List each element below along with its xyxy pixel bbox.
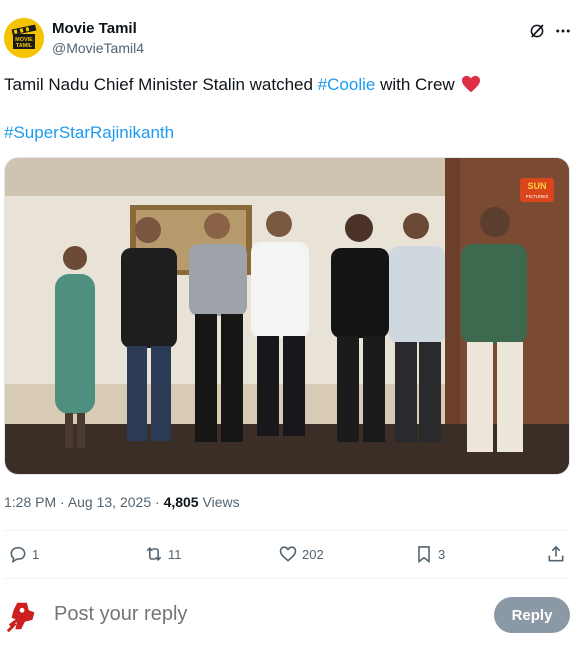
share-icon xyxy=(548,545,564,562)
repost-icon xyxy=(146,547,162,561)
tweet-header: MOVIE TAMIL Movie Tamil @MovieTamil4 xyxy=(4,16,574,60)
repost-count: 11 xyxy=(168,546,182,562)
movie-tamil-logo-icon: MOVIE TAMIL xyxy=(4,18,44,58)
tweet-text: Tamil Nadu Chief Minister Stalin watched… xyxy=(4,74,574,96)
bookmark-action[interactable]: 3 xyxy=(414,544,445,564)
red-heart-icon xyxy=(462,75,481,93)
bookmark-count: 3 xyxy=(438,546,446,562)
raised-fist-avatar-icon[interactable] xyxy=(4,597,42,635)
bookmark-icon xyxy=(418,546,430,564)
repost-action[interactable]: 11 xyxy=(144,544,182,564)
reply-icon xyxy=(10,546,26,564)
meta-separator: · xyxy=(151,494,164,510)
like-count: 202 xyxy=(302,546,324,562)
tweet-time[interactable]: 1:28 PM xyxy=(4,494,56,510)
person-6 xyxy=(389,213,445,442)
more-options-icon[interactable] xyxy=(554,22,572,40)
sun-logo-subtext: PICTURES xyxy=(526,194,549,199)
meta-separator: · xyxy=(56,494,68,510)
group-photo-image: SUN PICTURES xyxy=(5,158,569,474)
reply-button[interactable]: Reply xyxy=(494,597,570,633)
divider xyxy=(4,530,570,531)
reply-count: 1 xyxy=(32,546,40,562)
like-action[interactable]: 202 xyxy=(278,544,324,564)
author-handle[interactable]: @MovieTamil4 xyxy=(52,40,144,56)
share-action[interactable] xyxy=(546,544,566,564)
views-count: 4,805 xyxy=(163,494,199,510)
reply-action[interactable]: 1 xyxy=(8,544,39,564)
tweet-text-part: with Crew xyxy=(375,75,455,94)
like-heart-icon xyxy=(279,546,297,562)
tweet-text-part: Tamil Nadu Chief Minister Stalin watched xyxy=(4,75,318,94)
tweet-photo[interactable]: SUN PICTURES xyxy=(4,157,570,475)
tweet-hashtag-line: #SuperStarRajinikanth xyxy=(4,122,174,144)
reply-input[interactable] xyxy=(54,603,454,626)
views-label: Views xyxy=(198,494,240,510)
author-name[interactable]: Movie Tamil xyxy=(52,20,137,37)
divider xyxy=(4,578,570,579)
tweet-meta: 1:28 PM · Aug 13, 2025 · 4,805 Views xyxy=(4,494,240,510)
grok-icon[interactable] xyxy=(528,22,546,40)
sun-logo-text: SUN xyxy=(527,181,546,191)
hashtag-coolie[interactable]: #Coolie xyxy=(318,75,376,94)
reply-composer: Reply xyxy=(4,595,570,635)
author-avatar[interactable]: MOVIE TAMIL xyxy=(4,18,44,58)
svg-text:TAMIL: TAMIL xyxy=(16,43,33,49)
action-bar: 1 11 202 3 xyxy=(4,540,570,570)
tweet-date[interactable]: Aug 13, 2025 xyxy=(68,494,151,510)
hashtag-superstar-rajinikanth[interactable]: #SuperStarRajinikanth xyxy=(4,123,174,142)
